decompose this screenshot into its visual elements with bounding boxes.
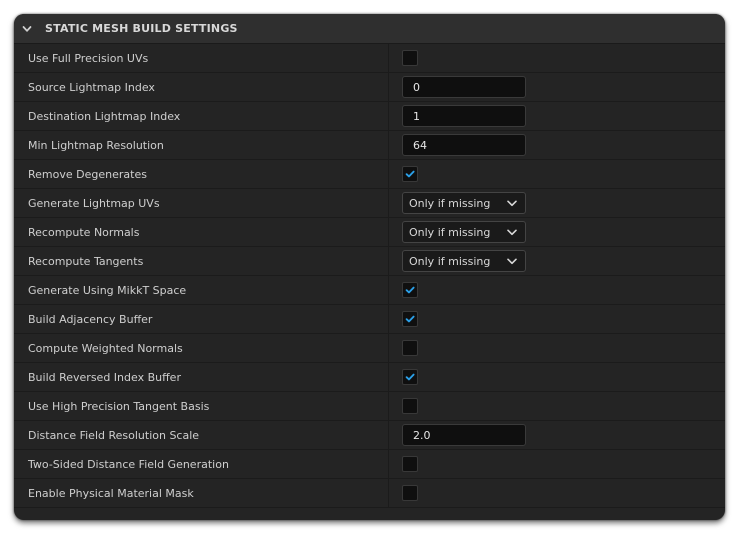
- setting-value: [389, 334, 418, 362]
- setting-row-destination-lightmap-index: Destination Lightmap Index 1: [14, 102, 725, 131]
- setting-row-distance-field-resolution-scale: Distance Field Resolution Scale 2.0: [14, 421, 725, 450]
- static-mesh-build-settings-panel: STATIC MESH BUILD SETTINGS Use Full Prec…: [14, 14, 725, 520]
- setting-label: Generate Using MikkT Space: [14, 276, 389, 304]
- setting-row-build-adjacency-buffer: Build Adjacency Buffer: [14, 305, 725, 334]
- setting-label: Remove Degenerates: [14, 160, 389, 188]
- setting-row-remove-degenerates: Remove Degenerates: [14, 160, 725, 189]
- two-sided-distance-field-generation-checkbox[interactable]: [402, 456, 418, 472]
- setting-row-recompute-normals: Recompute Normals Only if missing: [14, 218, 725, 247]
- checkmark-icon: [405, 170, 415, 178]
- setting-row-recompute-tangents: Recompute Tangents Only if missing: [14, 247, 725, 276]
- setting-row-enable-physical-material-mask: Enable Physical Material Mask: [14, 479, 725, 508]
- setting-value: 1: [389, 102, 526, 130]
- section-title: STATIC MESH BUILD SETTINGS: [45, 22, 238, 35]
- setting-value: 64: [389, 131, 526, 159]
- setting-label: Use Full Precision UVs: [14, 44, 389, 72]
- build-reversed-index-buffer-checkbox[interactable]: [402, 369, 418, 385]
- setting-row-source-lightmap-index: Source Lightmap Index 0: [14, 73, 725, 102]
- setting-value: [389, 450, 418, 478]
- setting-label: Min Lightmap Resolution: [14, 131, 389, 159]
- setting-label: Build Reversed Index Buffer: [14, 363, 389, 391]
- setting-value: 2.0: [389, 421, 526, 449]
- dropdown-selected-value: Only if missing: [409, 225, 491, 239]
- setting-value: [389, 392, 418, 420]
- chevron-down-icon: [507, 229, 517, 236]
- setting-value: Only if missing: [389, 218, 526, 246]
- setting-label: Use High Precision Tangent Basis: [14, 392, 389, 420]
- section-header[interactable]: STATIC MESH BUILD SETTINGS: [14, 14, 725, 44]
- settings-list: Use Full Precision UVs Source Lightmap In…: [14, 44, 725, 508]
- setting-value: [389, 160, 418, 188]
- destination-lightmap-index-input[interactable]: 1: [402, 105, 526, 127]
- setting-row-compute-weighted-normals: Compute Weighted Normals: [14, 334, 725, 363]
- distance-field-resolution-scale-input[interactable]: 2.0: [402, 424, 526, 446]
- setting-value: Only if missing: [389, 247, 526, 275]
- checkmark-icon: [405, 373, 415, 381]
- setting-label: Recompute Tangents: [14, 247, 389, 275]
- setting-value: [389, 276, 418, 304]
- setting-row-build-reversed-index-buffer: Build Reversed Index Buffer: [14, 363, 725, 392]
- setting-value: 0: [389, 73, 526, 101]
- min-lightmap-resolution-input[interactable]: 64: [402, 134, 526, 156]
- compute-weighted-normals-checkbox[interactable]: [402, 340, 418, 356]
- generate-using-mikkt-space-checkbox[interactable]: [402, 282, 418, 298]
- build-adjacency-buffer-checkbox[interactable]: [402, 311, 418, 327]
- checkmark-icon: [405, 286, 415, 294]
- setting-row-generate-using-mikkt-space: Generate Using MikkT Space: [14, 276, 725, 305]
- setting-value: Only if missing: [389, 189, 526, 217]
- setting-row-use-full-precision-uvs: Use Full Precision UVs: [14, 44, 725, 73]
- setting-row-generate-lightmap-uvs: Generate Lightmap UVs Only if missing: [14, 189, 725, 218]
- setting-label: Compute Weighted Normals: [14, 334, 389, 362]
- setting-value: [389, 44, 418, 72]
- recompute-tangents-dropdown[interactable]: Only if missing: [402, 250, 526, 272]
- setting-value: [389, 479, 418, 507]
- setting-value: [389, 305, 418, 333]
- setting-label: Two-Sided Distance Field Generation: [14, 450, 389, 478]
- setting-label: Source Lightmap Index: [14, 73, 389, 101]
- setting-label: Destination Lightmap Index: [14, 102, 389, 130]
- enable-physical-material-mask-checkbox[interactable]: [402, 485, 418, 501]
- setting-label: Recompute Normals: [14, 218, 389, 246]
- remove-degenerates-checkbox[interactable]: [402, 166, 418, 182]
- setting-row-min-lightmap-resolution: Min Lightmap Resolution 64: [14, 131, 725, 160]
- recompute-normals-dropdown[interactable]: Only if missing: [402, 221, 526, 243]
- use-high-precision-tangent-basis-checkbox[interactable]: [402, 398, 418, 414]
- setting-label: Generate Lightmap UVs: [14, 189, 389, 217]
- generate-lightmap-uvs-dropdown[interactable]: Only if missing: [402, 192, 526, 214]
- setting-label: Enable Physical Material Mask: [14, 479, 389, 507]
- dropdown-selected-value: Only if missing: [409, 254, 491, 268]
- chevron-down-icon[interactable]: [22, 24, 32, 34]
- use-full-precision-uvs-checkbox[interactable]: [402, 50, 418, 66]
- chevron-down-icon: [507, 200, 517, 207]
- setting-label: Build Adjacency Buffer: [14, 305, 389, 333]
- setting-value: [389, 363, 418, 391]
- dropdown-selected-value: Only if missing: [409, 196, 491, 210]
- setting-label: Distance Field Resolution Scale: [14, 421, 389, 449]
- setting-row-two-sided-distance-field-generation: Two-Sided Distance Field Generation: [14, 450, 725, 479]
- checkmark-icon: [405, 315, 415, 323]
- chevron-down-icon: [507, 258, 517, 265]
- setting-row-use-high-precision-tangent-basis: Use High Precision Tangent Basis: [14, 392, 725, 421]
- source-lightmap-index-input[interactable]: 0: [402, 76, 526, 98]
